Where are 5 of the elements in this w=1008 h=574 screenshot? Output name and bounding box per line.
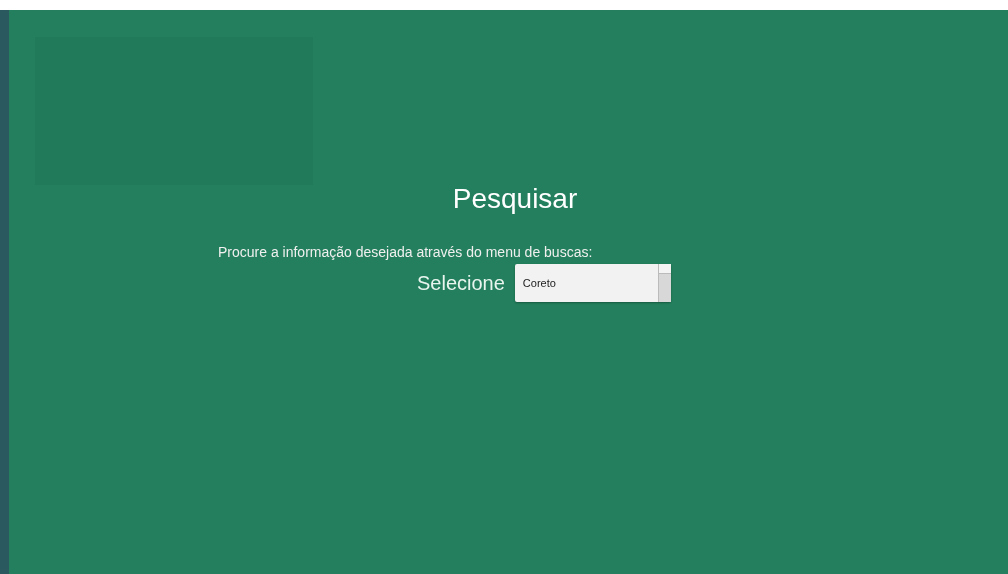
instruction-text: Procure a informação desejada através do menu de buscas: [218,243,594,261]
select-label: Selecione [417,271,505,295]
select-field[interactable]: Coreto [514,264,671,302]
scrollbar-icon [657,264,671,302]
page-title: Pesquisar [451,183,579,215]
